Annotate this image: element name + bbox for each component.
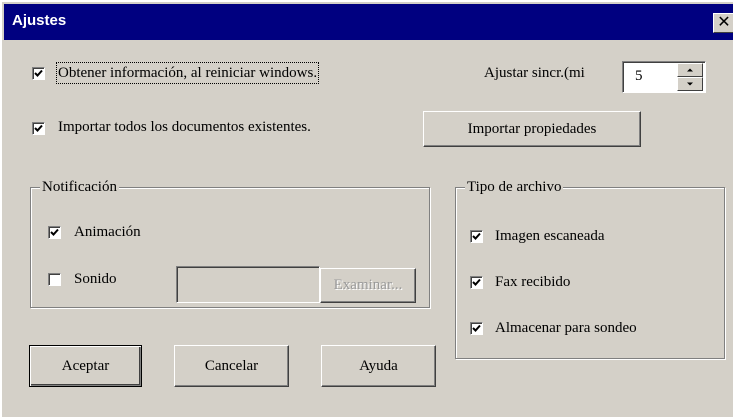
- close-icon: ✕: [717, 14, 731, 31]
- sonido-checkbox[interactable]: [48, 273, 61, 286]
- checkmark-icon: [34, 69, 43, 77]
- importar-docs-checkbox[interactable]: [32, 122, 45, 135]
- sonido-label: Sonido: [74, 271, 117, 287]
- sync-spinner[interactable]: 5: [622, 61, 706, 93]
- checkmark-icon: [34, 124, 43, 132]
- sync-label: Ajustar sincr.(mi: [484, 65, 585, 81]
- cancelar-button[interactable]: Cancelar: [174, 345, 289, 387]
- importar-docs-label: Importar todos los documentos existentes…: [58, 119, 311, 135]
- animacion-checkbox[interactable]: [48, 226, 61, 239]
- checkmark-icon: [472, 232, 481, 240]
- spin-buttons: [677, 63, 703, 91]
- obtener-info-checkbox[interactable]: [32, 67, 45, 80]
- close-button[interactable]: ✕: [713, 13, 733, 33]
- imagen-escaneada-checkbox[interactable]: [470, 230, 483, 243]
- importar-propiedades-button[interactable]: Importar propiedades: [423, 111, 641, 147]
- sync-value[interactable]: 5: [635, 67, 643, 85]
- imagen-escaneada-label: Imagen escaneada: [495, 228, 605, 244]
- almacenar-sondeo-label: Almacenar para sondeo: [495, 320, 637, 336]
- tipo-archivo-legend: Tipo de archivo: [465, 178, 564, 196]
- arrow-down-icon: [687, 82, 693, 86]
- examinar-button[interactable]: Examinar...: [320, 268, 416, 303]
- checkmark-icon: [50, 228, 59, 236]
- window-title: Ajustes: [12, 12, 67, 29]
- arrow-up-icon: [687, 68, 693, 72]
- fax-recibido-label: Fax recibido: [495, 274, 571, 290]
- checkmark-icon: [472, 324, 481, 332]
- aceptar-button[interactable]: Aceptar: [29, 345, 142, 387]
- title-bar[interactable]: Ajustes ✕: [4, 4, 733, 40]
- obtener-info-label[interactable]: Obtener información, al reiniciar window…: [55, 62, 320, 84]
- spin-down-button[interactable]: [677, 77, 703, 91]
- notificacion-legend: Notificación: [40, 178, 119, 196]
- spin-up-button[interactable]: [677, 63, 703, 77]
- ayuda-button[interactable]: Ayuda: [321, 345, 436, 387]
- sound-file-field[interactable]: [176, 266, 320, 303]
- animacion-label: Animación: [74, 224, 141, 240]
- checkmark-icon: [472, 278, 481, 286]
- fax-recibido-checkbox[interactable]: [470, 276, 483, 289]
- settings-dialog: Ajustes ✕ Obtener información, al reinic…: [0, 0, 733, 417]
- almacenar-sondeo-checkbox[interactable]: [470, 322, 483, 335]
